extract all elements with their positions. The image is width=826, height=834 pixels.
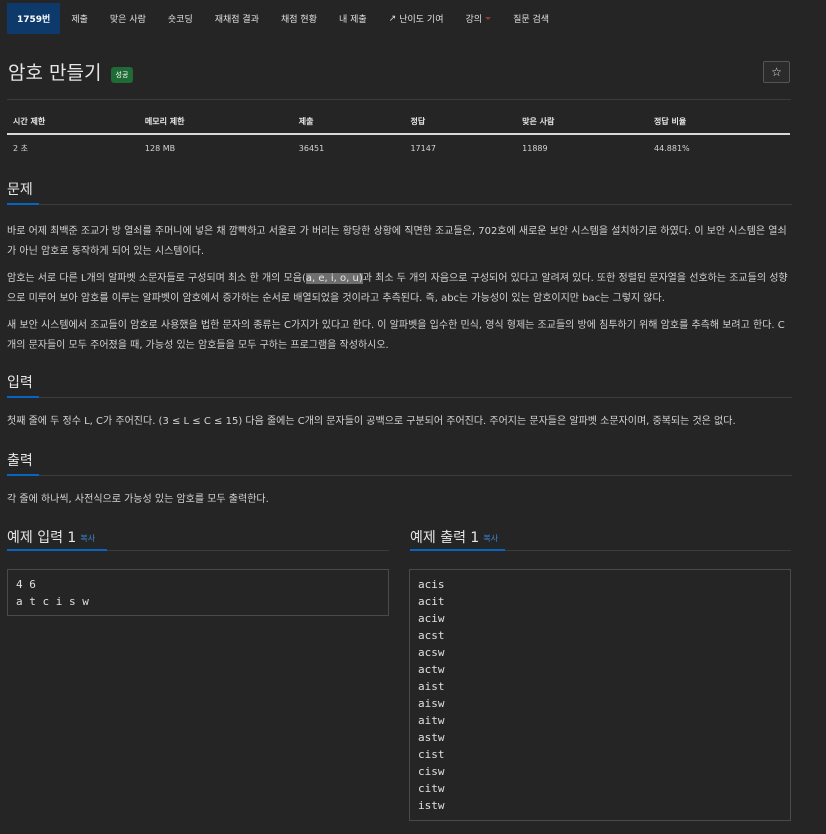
input-heading: 입력 [7, 375, 33, 391]
copy-input-button[interactable]: 복사 [80, 534, 95, 543]
nav-lectures-label: 강의 [465, 15, 483, 25]
nav-difficulty-contribution[interactable]: ↗ 난이도 기여 [378, 3, 455, 34]
accept-rate-header: 정답 비율 [648, 114, 790, 135]
nav-accepted-users[interactable]: 맞은 사람 [99, 3, 157, 34]
description-heading: 문제 [7, 182, 33, 198]
star-icon: ☆ [771, 65, 782, 79]
nav-submit[interactable]: 제출 [60, 3, 99, 34]
nav-problem-number[interactable]: 1759번 [7, 3, 61, 34]
solvers-value: 11889 [522, 143, 548, 153]
section-divider [39, 204, 792, 205]
page-title: 암호 만들기 [8, 62, 102, 84]
copy-output-button[interactable]: 복사 [483, 534, 498, 543]
submissions-value: 36451 [298, 143, 325, 153]
nav-judge-status[interactable]: 채점 현황 [270, 3, 328, 34]
sample-output-heading: 예제 출력 1 복사 [410, 527, 498, 547]
section-divider [505, 550, 791, 551]
sample-output-box[interactable]: acis acit aciw acst acsw actw aist aisw … [409, 569, 791, 821]
table-row: 2 초 128 MB 36451 17147 11889 44.881% [7, 134, 790, 155]
accept-rate-value: 44.881% [654, 143, 690, 153]
sample-input-heading: 예제 입력 1 복사 [7, 527, 95, 547]
description-text: 암호는 서로 다른 L개의 알파벳 소문자들로 구성되며 최소 한 개의 모음( [7, 273, 306, 284]
accepted-header: 정답 [404, 114, 517, 135]
accepted-value: 17147 [410, 143, 436, 153]
section-divider [39, 397, 792, 398]
description-paragraph-3: 새 보안 시스템에서 조교들이 암호로 사용했을 법한 문자의 종류는 C가지가… [7, 320, 785, 351]
section-underline [7, 474, 39, 476]
time-limit-value: 2 초 [13, 143, 28, 153]
sample-input-title: 예제 입력 1 [7, 530, 77, 546]
table-header-row: 시간 제한 메모리 제한 제출 정답 맞은 사람 정답 비율 [7, 114, 790, 135]
nav-short-coding[interactable]: 숏코딩 [157, 3, 204, 34]
section-divider [39, 475, 792, 476]
nav-question-search[interactable]: 질문 검색 [502, 3, 560, 34]
problem-nav: 1759번 제출 맞은 사람 숏코딩 재채점 결과 채점 현황 내 제출 ↗ 난… [0, 0, 826, 38]
output-description: 각 줄에 하나씩, 사전식으로 가능성 있는 암호를 모두 출력한다. [7, 494, 269, 505]
description-paragraph-1: 바로 어제 최백준 조교가 방 열쇠를 주머니에 넣은 채 깜빡하고 서울로 가… [7, 226, 787, 257]
input-description: 첫째 줄에 두 정수 L, C가 주어진다. (3 ≤ L ≤ C ≤ 15) … [7, 416, 736, 427]
section-divider [107, 550, 389, 551]
status-badge: 성공 [110, 66, 134, 83]
output-heading: 출력 [7, 453, 33, 469]
sample-output-title: 예제 출력 1 [410, 530, 480, 546]
section-underline [7, 549, 107, 551]
problem-info-table: 시간 제한 메모리 제한 제출 정답 맞은 사람 정답 비율 2 초 128 M… [7, 114, 790, 155]
nav-lectures[interactable]: 강의 [455, 3, 503, 34]
section-underline [7, 203, 39, 205]
submissions-header: 제출 [292, 114, 405, 135]
external-link-icon: ↗ [388, 13, 397, 24]
sample-input-box[interactable]: 4 6 a t c i s w [7, 569, 389, 616]
problem-header: 암호 만들기 성공 [8, 58, 790, 90]
nav-my-submissions[interactable]: 내 제출 [328, 3, 378, 34]
nav-difficulty-label: 난이도 기여 [399, 15, 444, 25]
divider [7, 99, 791, 100]
highlighted-text: a, e, i, o, u) [305, 273, 363, 284]
section-underline [410, 549, 505, 551]
memory-limit-header: 메모리 제한 [138, 114, 293, 135]
description-paragraph-2: 암호는 서로 다른 L개의 알파벳 소문자들로 구성되며 최소 한 개의 모음(… [7, 269, 792, 309]
section-underline [7, 396, 39, 398]
caret-down-icon [485, 17, 492, 20]
nav-rejudge-results[interactable]: 재채점 결과 [204, 3, 270, 34]
memory-limit-value: 128 MB [144, 143, 176, 153]
star-button[interactable]: ☆ [763, 61, 790, 83]
solvers-header: 맞은 사람 [516, 114, 649, 135]
time-limit-header: 시간 제한 [7, 114, 139, 135]
